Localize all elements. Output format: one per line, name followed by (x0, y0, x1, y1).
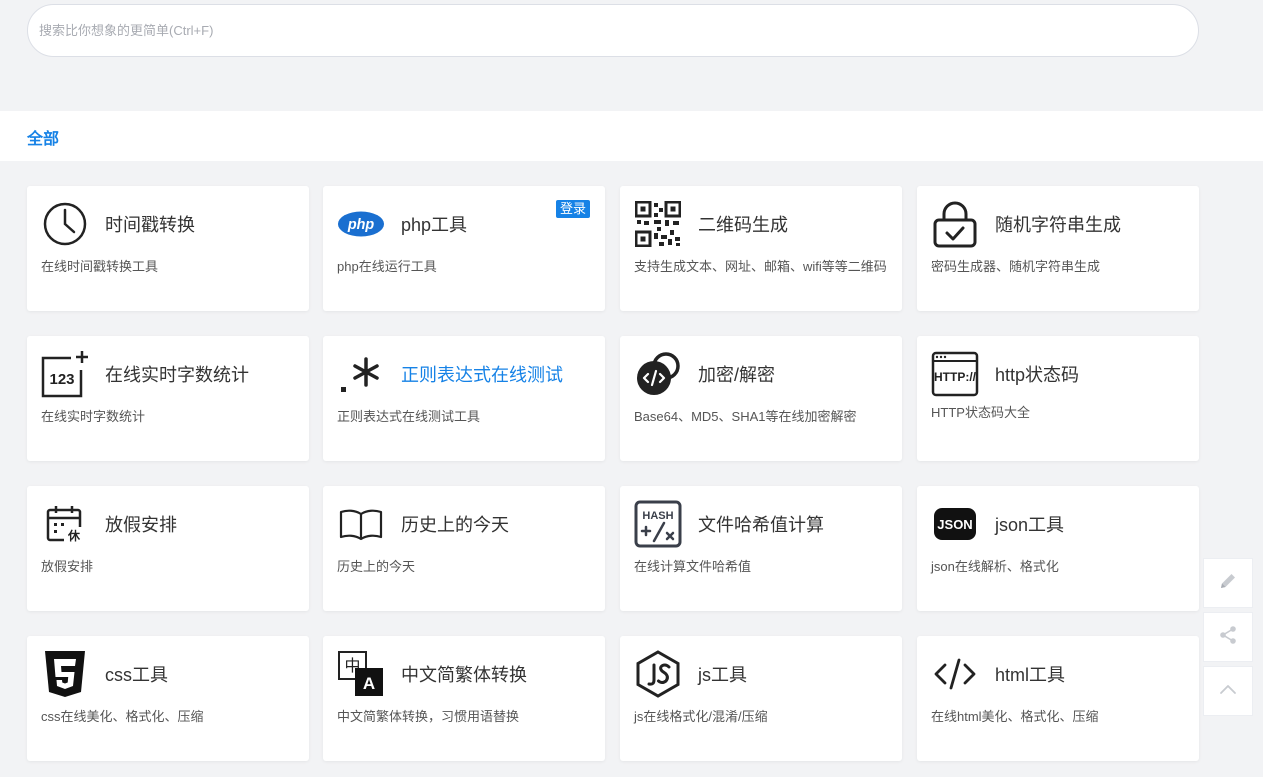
svg-text:123: 123 (49, 371, 74, 388)
tool-card-file-hash[interactable]: HASH 文件哈希值计算 在线计算文件哈希值 (620, 486, 902, 611)
tool-card-chinese-convert[interactable]: 中A 中文简繁体转换 中文简繁体转换，习惯用语替换 (323, 636, 605, 761)
js-hexagon-icon (634, 650, 682, 698)
tool-card-qrcode[interactable]: 二维码生成 支持生成文本、网址、邮箱、wifi等等二维码 (620, 186, 902, 311)
tool-card-title: css工具 (105, 665, 168, 685)
tool-card-desc: 在线实时字数统计 (41, 409, 146, 424)
back-to-top-button[interactable] (1203, 666, 1253, 716)
svg-text:HTTP://: HTTP:// (934, 370, 977, 384)
tool-card-title: 文件哈希值计算 (698, 515, 824, 535)
pencil-icon (1218, 571, 1238, 596)
tool-card-title: 历史上的今天 (401, 515, 509, 535)
regex-icon (337, 350, 385, 398)
tool-card-regex[interactable]: 正则表达式在线测试 正则表达式在线测试工具 (323, 336, 605, 461)
clock-icon (41, 200, 89, 248)
svg-text:php: php (347, 217, 375, 233)
tool-card-title: http状态码 (995, 365, 1080, 385)
padlock-icon (931, 200, 979, 248)
login-badge[interactable]: 登录 (555, 200, 590, 218)
tool-card-desc: 正则表达式在线测试工具 (337, 409, 481, 424)
tool-card-desc: css在线美化、格式化、压缩 (41, 709, 204, 724)
tool-card-desc: 支持生成文本、网址、邮箱、wifi等等二维码 (634, 259, 887, 274)
tool-card-html[interactable]: html工具 在线html美化、格式化、压缩 (917, 636, 1199, 761)
tool-card-timestamp[interactable]: 时间戳转换 在线时间戳转换工具 (27, 186, 309, 311)
share-button[interactable] (1203, 612, 1253, 662)
tool-card-holiday[interactable]: 休 放假安排 放假安排 (27, 486, 309, 611)
tool-card-title: 二维码生成 (698, 215, 788, 235)
chevron-up-icon (1218, 679, 1238, 704)
tool-card-title: 在线实时字数统计 (105, 365, 249, 385)
svg-text:休: 休 (67, 528, 81, 543)
tool-card-css[interactable]: css工具 css在线美化、格式化、压缩 (27, 636, 309, 761)
tool-card-desc: 在线html美化、格式化、压缩 (931, 709, 1099, 724)
encrypt-icon (634, 350, 682, 398)
http-window-icon: HTTP:// (931, 350, 979, 398)
counter-123-icon: 123 (41, 350, 89, 398)
tool-card-desc: 在线时间戳转换工具 (41, 259, 159, 274)
open-book-icon (337, 500, 385, 548)
tool-card-title: html工具 (995, 665, 1066, 685)
json-icon: JSON (931, 500, 979, 548)
tool-card-title: php工具 (401, 215, 468, 235)
tool-card-http-status[interactable]: HTTP:// http状态码 HTTP状态码大全 (917, 336, 1199, 461)
tool-card-desc: json在线解析、格式化 (931, 559, 1059, 574)
tool-card-title: 放假安排 (105, 515, 177, 535)
tool-card-random-string[interactable]: 随机字符串生成 密码生成器、随机字符串生成 (917, 186, 1199, 311)
tool-card-history-today[interactable]: 历史上的今天 历史上的今天 (323, 486, 605, 611)
tool-card-title: json工具 (995, 515, 1065, 535)
tool-card-php[interactable]: php php工具 登录 php在线运行工具 (323, 186, 605, 311)
tool-card-desc: 密码生成器、随机字符串生成 (931, 259, 1101, 274)
tool-card-desc: Base64、MD5、SHA1等在线加密解密 (634, 409, 857, 424)
tool-card-title: 中文简繁体转换 (401, 665, 527, 685)
tool-card-word-count[interactable]: 123 在线实时字数统计 在线实时字数统计 (27, 336, 309, 461)
tool-card-desc: 中文简繁体转换，习惯用语替换 (337, 709, 520, 724)
tool-card-title: 时间戳转换 (105, 215, 195, 235)
php-logo-icon: php (337, 200, 385, 248)
hash-calculator-icon: HASH (634, 500, 682, 548)
tool-card-title: 随机字符串生成 (995, 215, 1121, 235)
tool-card-desc: HTTP状态码大全 (931, 405, 1030, 420)
chinese-translate-icon: 中A (337, 650, 385, 698)
tool-card-desc: 在线计算文件哈希值 (634, 559, 752, 574)
tool-card-title: 正则表达式在线测试 (401, 365, 563, 385)
qr-code-icon (634, 200, 682, 248)
category-bar: 全部 (0, 111, 1263, 161)
tool-card-title: js工具 (698, 665, 747, 685)
svg-text:HASH: HASH (642, 510, 673, 522)
css3-shield-icon (41, 650, 89, 698)
holiday-calendar-icon: 休 (41, 500, 89, 548)
svg-text:A: A (363, 674, 375, 693)
svg-text:JSON: JSON (937, 517, 972, 532)
tool-card-encrypt[interactable]: 加密/解密 Base64、MD5、SHA1等在线加密解密 (620, 336, 902, 461)
share-icon (1218, 625, 1238, 650)
tool-card-desc: 历史上的今天 (337, 559, 416, 574)
tool-card-title: 加密/解密 (698, 365, 776, 385)
edit-button[interactable] (1203, 558, 1253, 608)
tool-card-js[interactable]: js工具 js在线格式化/混淆/压缩 (620, 636, 902, 761)
tool-card-desc: js在线格式化/混淆/压缩 (634, 709, 768, 724)
tool-card-desc: php在线运行工具 (337, 259, 437, 274)
code-brackets-icon (931, 650, 979, 698)
search-input[interactable] (27, 4, 1199, 57)
category-all-tab[interactable]: 全部 (27, 125, 59, 149)
search-bar (27, 4, 1199, 57)
tool-card-json[interactable]: JSON json工具 json在线解析、格式化 (917, 486, 1199, 611)
tool-card-desc: 放假安排 (41, 559, 94, 574)
